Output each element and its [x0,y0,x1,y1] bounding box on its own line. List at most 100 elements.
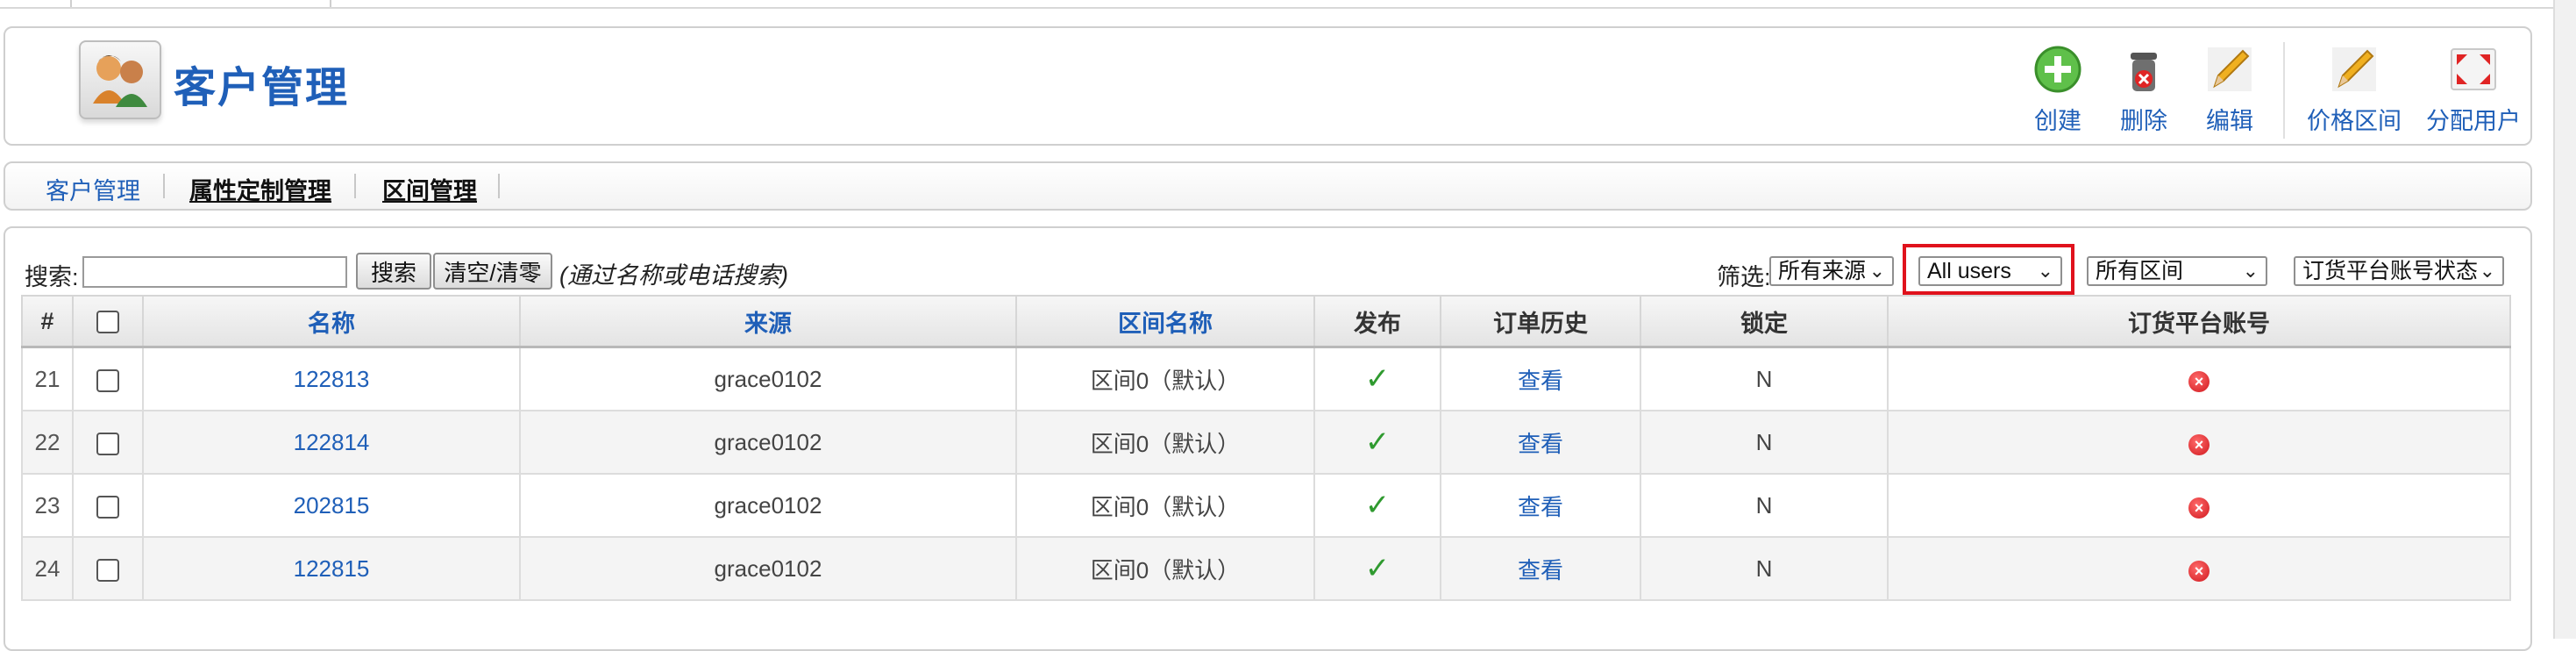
price-range-button[interactable]: 价格区间 [2302,44,2406,136]
row-checkbox[interactable] [96,368,119,392]
locked-cell: N [1640,410,1889,475]
column-header-publish: 发布 [1313,295,1441,348]
publish-cell: ✓ [1313,473,1441,538]
search-button[interactable]: 搜索 [356,253,431,290]
source-filter-select[interactable]: 所有来源 ⌄ [1769,256,1894,286]
column-header-source[interactable]: 来源 [519,295,1017,348]
assign-user-label: 分配用户 [2426,108,2521,134]
customer-name-link[interactable]: 122815 [142,536,521,601]
publish-cell: ✓ [1313,346,1441,411]
select-all-checkbox[interactable] [96,311,119,334]
view-order-history-link[interactable]: 查看 [1440,410,1641,475]
row-checkbox[interactable] [96,495,119,519]
subtab-range-management[interactable]: 区间管理 [382,172,477,206]
checkmark-icon: ✓ [1364,551,1391,585]
users-filter-value: All users [1927,259,2011,283]
price-range-label: 价格区间 [2307,108,2402,134]
edit-button[interactable]: 编辑 [2181,44,2278,136]
row-number: 21 [21,346,74,411]
search-label: 搜索: [25,264,79,290]
vertical-scrollbar[interactable] [2553,0,2576,639]
tab-stub[interactable] [0,0,72,7]
customer-name-link[interactable]: 202815 [142,473,521,538]
platform-account-cell: × [1887,536,2511,601]
table-row: 23 202815 grace0102 区间0（默认） ✓ 查看 N × [21,473,2511,538]
column-header-locked: 锁定 [1640,295,1889,348]
filter-label: 筛选: [1717,264,1771,290]
assign-user-button[interactable]: 分配用户 [2422,44,2525,136]
source-filter-value: 所有来源 [1778,259,1867,283]
pencil-icon [2332,47,2376,91]
customers-logo-icon [79,40,161,119]
clear-button[interactable]: 清空/清零 [433,253,552,290]
plus-circle-icon [2034,46,2081,93]
range-filter-select[interactable]: 所有区间 ⌄ [2087,256,2267,286]
view-order-history-link[interactable]: 查看 [1440,473,1641,538]
source-cell: grace0102 [519,536,1017,601]
row-select-cell [72,473,144,538]
toolbar-divider [2283,42,2285,139]
table-header-row: # 名称 来源 区间名称 发布 订单历史 锁定 订货平台账号 [21,295,2511,348]
view-order-history-link[interactable]: 查看 [1440,536,1641,601]
edit-label: 编辑 [2206,108,2253,134]
checkmark-icon: ✓ [1364,488,1391,522]
account-status-filter-select[interactable]: 订货平台账号状态 ⌄ [2294,256,2504,286]
platform-account-cell: × [1887,473,2511,538]
publish-cell: ✓ [1313,410,1441,475]
chevron-down-icon: ⌄ [2242,260,2259,282]
subtab-bar: 客户管理 属性定制管理 区间管理 [4,161,2532,211]
view-order-history-link[interactable]: 查看 [1440,346,1641,411]
column-header-number: # [21,295,74,348]
trash-can-icon [2131,53,2157,91]
row-select-cell [72,410,144,475]
header-panel: 客户管理 创建 删除 编辑 价格区间 分配用户 [4,26,2532,146]
create-label: 创建 [2034,108,2081,134]
subtab-divider [354,174,356,198]
publish-cell: ✓ [1313,536,1441,601]
range-cell: 区间0（默认） [1015,346,1315,411]
account-status-filter-value: 订货平台账号状态 [2302,259,2479,283]
customer-name-link[interactable]: 122814 [142,410,521,475]
search-hint: (通过名称或电话搜索) [559,262,788,289]
row-number: 23 [21,473,74,538]
table-row: 22 122814 grace0102 区间0（默认） ✓ 查看 N × [21,410,2511,475]
tab-stub[interactable] [70,0,331,7]
chevron-down-icon: ⌄ [2037,260,2053,282]
row-checkbox[interactable] [96,558,119,582]
subtab-customer-management[interactable]: 客户管理 [46,172,140,206]
error-x-icon: × [2188,370,2210,392]
range-cell: 区间0（默认） [1015,536,1315,601]
users-filter-select[interactable]: All users ⌄ [1918,256,2062,286]
column-header-order-history: 订单历史 [1440,295,1641,348]
source-cell: grace0102 [519,473,1017,538]
range-cell: 区间0（默认） [1015,473,1315,538]
subtab-attribute-management[interactable]: 属性定制管理 [189,172,331,206]
column-header-name[interactable]: 名称 [142,295,521,348]
customer-name-link[interactable]: 122813 [142,346,521,411]
range-cell: 区间0（默认） [1015,410,1315,475]
column-header-range[interactable]: 区间名称 [1015,295,1315,348]
subtab-divider [498,174,500,198]
error-x-icon: × [2188,560,2210,582]
range-filter-value: 所有区间 [2096,259,2184,283]
column-header-platform-account: 订货平台账号 [1887,295,2511,348]
expand-arrows-icon [2451,48,2496,90]
error-x-icon: × [2188,433,2210,455]
checkmark-icon: ✓ [1364,425,1391,459]
locked-cell: N [1640,346,1889,411]
delete-label: 删除 [2120,108,2167,134]
table-row: 24 122815 grace0102 区间0（默认） ✓ 查看 N × [21,536,2511,601]
locked-cell: N [1640,536,1889,601]
create-button[interactable]: 创建 [2010,44,2106,136]
row-checkbox[interactable] [96,432,119,455]
source-cell: grace0102 [519,346,1017,411]
checkmark-icon: ✓ [1364,361,1391,396]
row-number: 24 [21,536,74,601]
search-input[interactable] [82,256,347,288]
row-number: 22 [21,410,74,475]
row-select-cell [72,346,144,411]
table-row: 21 122813 grace0102 区间0（默认） ✓ 查看 N × [21,346,2511,411]
pencil-icon [2208,47,2252,91]
platform-account-cell: × [1887,346,2511,411]
delete-button[interactable]: 删除 [2096,44,2192,136]
